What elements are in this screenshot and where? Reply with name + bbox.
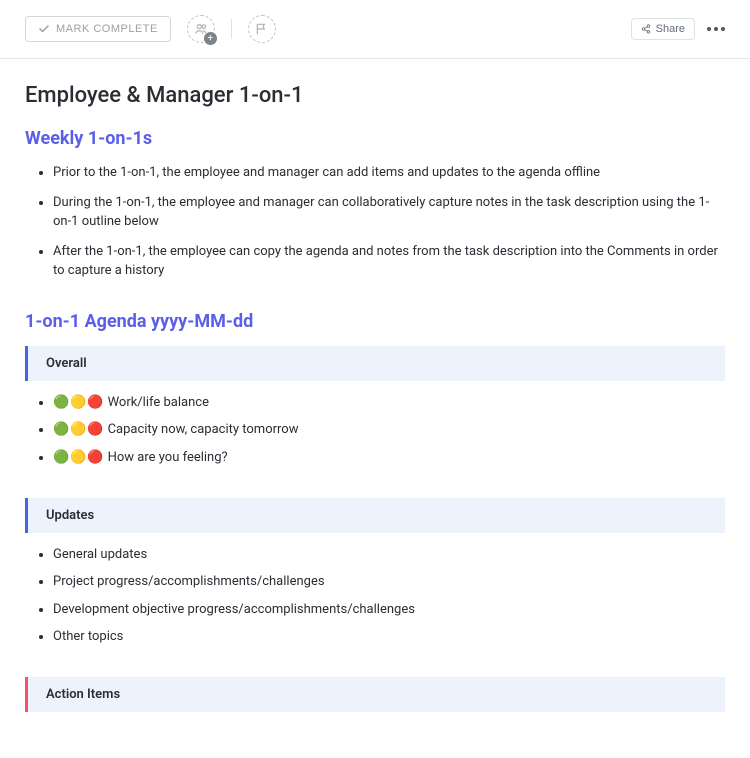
dot-icon xyxy=(721,27,725,31)
list-item: 🟢🟡🔴Capacity now, capacity tomorrow xyxy=(53,420,725,440)
overall-callout: Overall xyxy=(25,346,725,381)
mark-complete-label: MARK COMPLETE xyxy=(56,23,158,35)
mark-complete-button[interactable]: MARK COMPLETE xyxy=(25,16,171,42)
share-icon xyxy=(641,24,651,34)
updates-section: Updates General updates Project progress… xyxy=(25,498,725,647)
dot-icon xyxy=(707,27,711,31)
dot-icon xyxy=(714,27,718,31)
list-item: Other topics xyxy=(53,627,725,647)
traffic-light-icon: 🟢🟡🔴 xyxy=(53,393,104,413)
agenda-heading: 1-on-1 Agenda yyyy-MM-dd xyxy=(25,311,725,332)
action-items-title: Action Items xyxy=(46,687,707,702)
list-item: Prior to the 1-on-1, the employee and ma… xyxy=(53,163,725,183)
traffic-light-icon: 🟢🟡🔴 xyxy=(53,420,104,440)
updates-list: General updates Project progress/accompl… xyxy=(25,545,725,647)
header-bar: MARK COMPLETE + Share xyxy=(0,0,750,59)
list-item: After the 1-on-1, the employee can copy … xyxy=(53,242,725,281)
assignee-button[interactable]: + xyxy=(187,15,215,43)
share-button[interactable]: Share xyxy=(631,18,695,40)
action-items-section: Action Items xyxy=(25,677,725,712)
weekly-list: Prior to the 1-on-1, the employee and ma… xyxy=(25,163,725,281)
updates-callout: Updates xyxy=(25,498,725,533)
list-item: Project progress/accomplishments/challen… xyxy=(53,572,725,592)
header-left-group: MARK COMPLETE + xyxy=(25,15,276,43)
list-item: During the 1-on-1, the employee and mana… xyxy=(53,193,725,232)
weekly-heading: Weekly 1-on-1s xyxy=(25,128,725,149)
list-item: General updates xyxy=(53,545,725,565)
share-label: Share xyxy=(656,23,685,35)
list-item: 🟢🟡🔴How are you feeling? xyxy=(53,448,725,468)
header-right-group: Share xyxy=(631,18,725,40)
overall-title: Overall xyxy=(46,356,707,371)
document-content: Employee & Manager 1-on-1 Weekly 1-on-1s… xyxy=(0,59,750,758)
list-item: 🟢🟡🔴Work/life balance xyxy=(53,393,725,413)
page-title: Employee & Manager 1-on-1 xyxy=(25,83,725,108)
flag-icon xyxy=(255,22,269,36)
flag-button[interactable] xyxy=(248,15,276,43)
overall-section: Overall 🟢🟡🔴Work/life balance 🟢🟡🔴Capacity… xyxy=(25,346,725,468)
overall-list: 🟢🟡🔴Work/life balance 🟢🟡🔴Capacity now, ca… xyxy=(25,393,725,468)
check-icon xyxy=(38,23,50,35)
header-divider xyxy=(231,19,232,39)
updates-title: Updates xyxy=(46,508,707,523)
action-items-callout: Action Items xyxy=(25,677,725,712)
list-item: Development objective progress/accomplis… xyxy=(53,600,725,620)
plus-badge-icon: + xyxy=(204,32,217,45)
more-menu-button[interactable] xyxy=(707,27,725,31)
traffic-light-icon: 🟢🟡🔴 xyxy=(53,448,104,468)
